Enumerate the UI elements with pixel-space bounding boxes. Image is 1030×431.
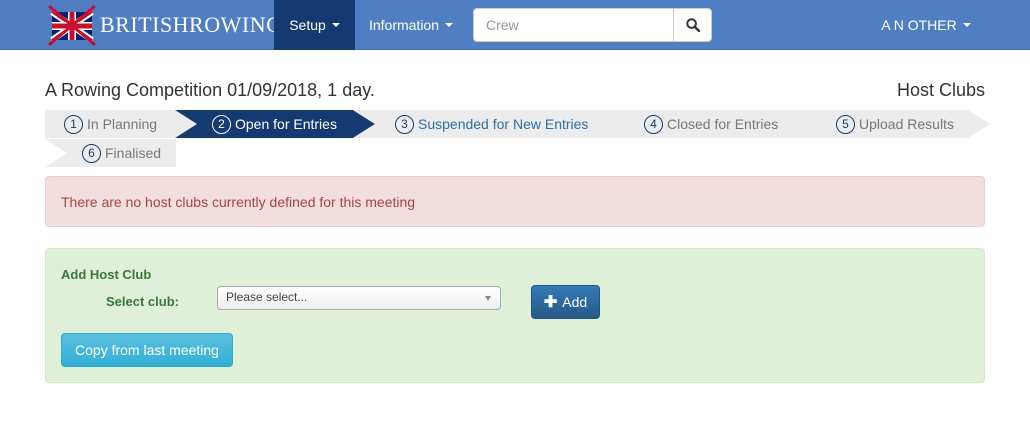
step-number: 5 [836,114,855,134]
step-label: Upload Results [859,116,954,132]
step-suspended-for-new-entries[interactable]: 3 Suspended for New Entries [353,110,629,138]
step-label: Finalised [105,145,162,161]
step-number: 2 [212,114,231,134]
copy-from-last-meeting-button[interactable]: Copy from last meeting [61,333,233,367]
add-button[interactable]: ✚ Add [531,285,600,319]
search-icon [685,18,700,32]
step-closed-for-entries[interactable]: 4 Closed for Entries [607,110,821,138]
step-upload-results[interactable]: 5 Upload Results [799,110,990,138]
setup-menu[interactable]: Setup [274,0,355,50]
information-menu-label: Information [368,17,440,33]
plus-icon: ✚ [543,294,558,311]
select-club-label: Select club: [106,294,179,309]
step-open-for-entries[interactable]: 2 Open for Entries [175,110,375,138]
add-host-club-panel: Add Host Club Select club: Please select… [45,248,985,383]
step-number: 4 [644,114,663,134]
setup-menu-label: Setup [289,17,326,33]
chevron-down-icon [445,23,454,27]
brand-logo[interactable]: BRITISHROWING [48,4,283,46]
search-input[interactable] [473,8,673,42]
step-number: 3 [395,114,414,134]
information-menu[interactable]: Information [357,0,465,50]
no-host-clubs-alert: There are no host clubs currently define… [45,176,985,227]
chevron-down-icon [331,23,340,27]
chevron-down-icon [485,296,491,301]
club-select[interactable]: Please select... [217,286,501,310]
step-label: Open for Entries [235,116,337,132]
search-button[interactable] [673,8,712,42]
step-number: 6 [82,143,101,163]
page-title: A Rowing Competition 01/09/2018, 1 day. [45,80,375,100]
user-menu-label: A N OTHER [881,17,957,33]
user-menu[interactable]: A N OTHER [868,0,984,50]
step-number: 1 [64,114,83,134]
step-label: In Planning [87,116,158,132]
club-select-value: Please select... [226,290,308,304]
brand-name: BRITISHROWING [100,12,283,37]
union-flag-oars-icon [48,4,96,46]
chevron-down-icon [962,23,971,27]
step-finalised[interactable]: 6 Finalised [45,139,176,167]
top-navbar: BRITISHROWING Setup Information A N OTHE… [0,0,1030,50]
step-label: Closed for Entries [667,116,779,132]
step-label: Suspended for New Entries [418,116,589,132]
section-title: Host Clubs [896,80,985,100]
add-button-label: Add [562,294,588,310]
alert-message: There are no host clubs currently define… [61,193,416,210]
panel-title: Add Host Club [61,267,152,282]
copy-button-label: Copy from last meeting [75,342,219,358]
